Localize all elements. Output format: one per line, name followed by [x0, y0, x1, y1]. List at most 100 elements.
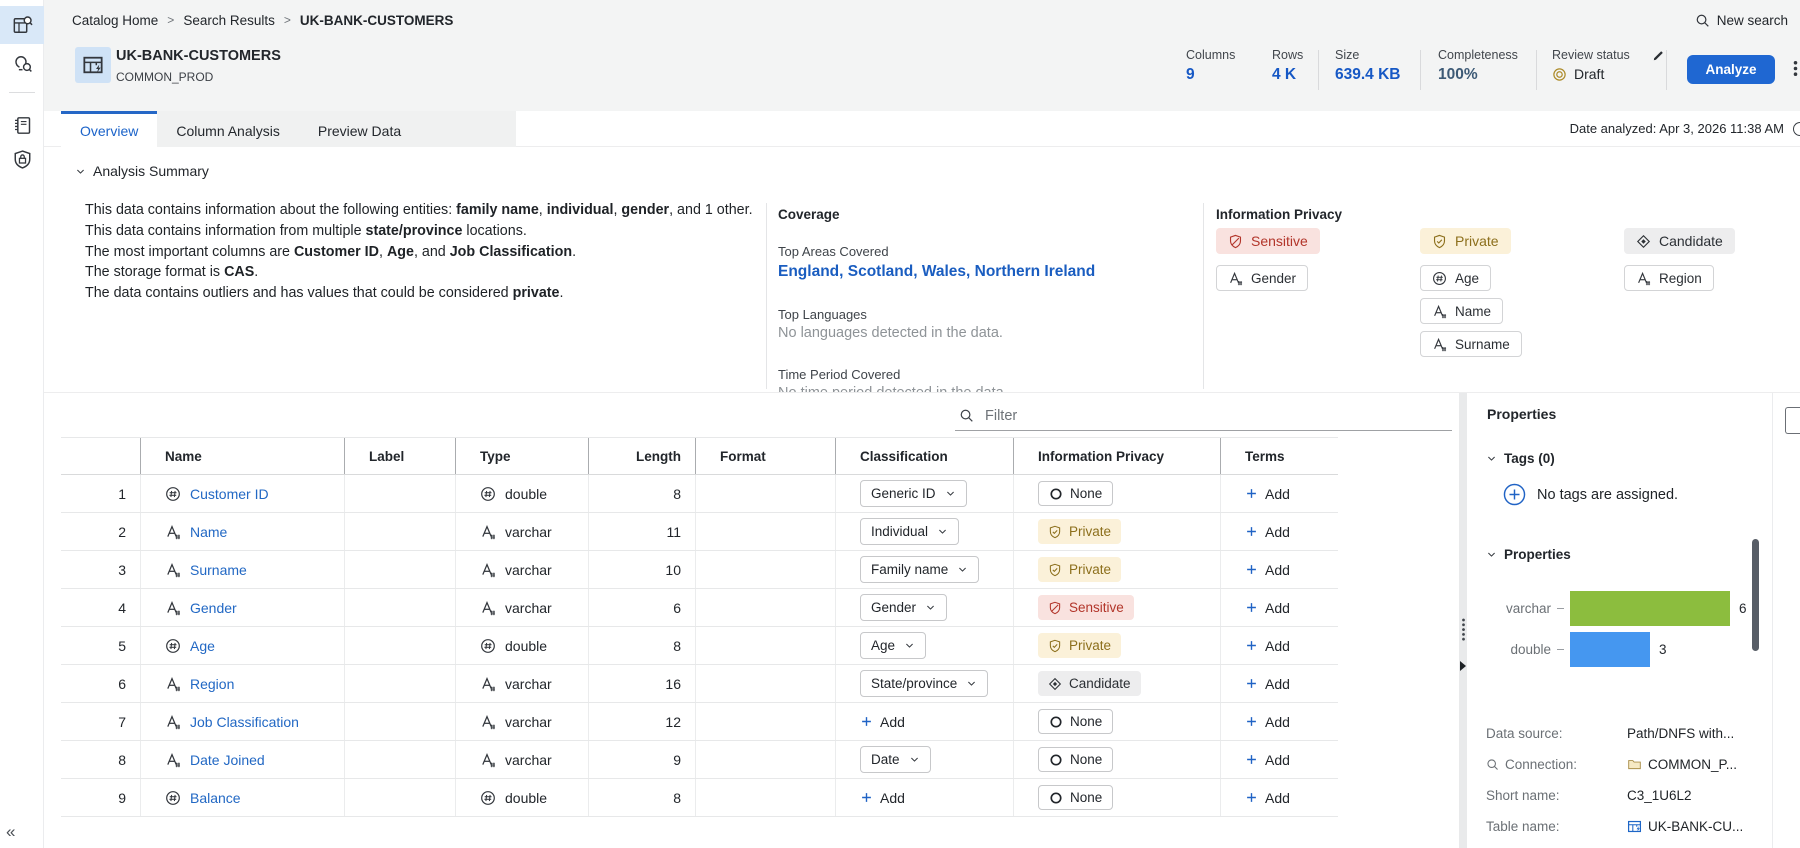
tags-section-header[interactable]: Tags (0) — [1486, 451, 1555, 466]
classification-select[interactable]: Individual — [860, 518, 960, 545]
sidebar-item-catalog[interactable] — [0, 6, 44, 44]
chart-bar-row: varchar 6 — [1467, 591, 1800, 626]
classification-select[interactable]: Date — [860, 746, 931, 773]
privacy-badge-private[interactable]: Private — [1038, 633, 1122, 658]
sidebar-collapse-button[interactable]: « — [6, 822, 15, 842]
add-term-button[interactable]: Add — [1245, 600, 1290, 616]
breadcrumb-separator: > — [167, 13, 175, 27]
add-label: Add — [1265, 751, 1290, 768]
add-term-button[interactable]: Add — [1245, 790, 1290, 806]
breadcrumb: Catalog Home > Search Results > UK-BANK-… — [72, 0, 453, 40]
sidebar-item-notebook[interactable] — [0, 106, 44, 144]
privacy-level-badge-private: Private — [1420, 228, 1511, 254]
add-tag-button[interactable] — [1503, 483, 1526, 506]
chart-value-label: 3 — [1659, 642, 1667, 657]
column-name-link[interactable]: Name — [190, 524, 227, 540]
shield-check-icon — [1048, 563, 1062, 577]
add-term-button[interactable]: Add — [1245, 676, 1290, 692]
panel-scrollbar-thumb[interactable] — [1752, 539, 1759, 651]
format-cell — [695, 513, 835, 550]
add-term-button[interactable]: Add — [1245, 638, 1290, 654]
breadcrumb-catalog-home[interactable]: Catalog Home — [72, 13, 158, 28]
column-name-link[interactable]: Balance — [190, 790, 241, 806]
coverage-title: Coverage — [778, 207, 840, 222]
tab-preview-data[interactable]: Preview Data — [299, 111, 420, 147]
analyze-button[interactable]: Analyze — [1687, 55, 1775, 84]
tab-column-analysis[interactable]: Column Analysis — [157, 111, 299, 147]
add-label: Add — [1265, 637, 1290, 654]
column-name-link[interactable]: Age — [190, 638, 215, 654]
add-classification-button[interactable]: Add — [860, 714, 905, 730]
privacy-badge-private[interactable]: Private — [1038, 519, 1122, 544]
string-type-icon — [1636, 271, 1651, 286]
add-term-button[interactable]: Add — [1245, 524, 1290, 540]
add-label: Add — [880, 713, 905, 730]
properties-section-header[interactable]: Properties — [1486, 547, 1571, 562]
panel-collapse-arrow[interactable] — [1460, 661, 1466, 671]
panel-resize-splitter[interactable] — [1459, 393, 1467, 848]
column-tag[interactable]: Surname — [1420, 331, 1522, 357]
filter-input[interactable] — [983, 406, 1448, 425]
tab-overview[interactable]: Overview — [61, 111, 158, 147]
row-number: 6 — [118, 675, 126, 692]
column-name-link[interactable]: Region — [190, 676, 234, 692]
label-cell — [344, 741, 455, 778]
privacy-badge-private[interactable]: Private — [1038, 557, 1122, 582]
panel-flyout-handle[interactable] — [1785, 407, 1800, 434]
terms-cell: Add — [1220, 703, 1338, 740]
new-search-button[interactable]: New search — [1695, 0, 1788, 40]
chevron-down-icon — [945, 488, 956, 499]
add-term-button[interactable]: Add — [1245, 714, 1290, 730]
classification-select[interactable]: Gender — [860, 594, 948, 621]
stat-label: Size — [1335, 48, 1360, 62]
chart-bar-row: double 3 — [1467, 632, 1800, 667]
length-cell: 10 — [588, 551, 695, 588]
terms-cell: Add — [1220, 513, 1338, 550]
privacy-badge-sensitive[interactable]: Sensitive — [1038, 595, 1134, 620]
properties-panel-title: Properties — [1487, 406, 1557, 422]
privacy-badge-none[interactable]: None — [1038, 785, 1114, 810]
property-value: Path/DNFS with... — [1627, 726, 1735, 741]
top-areas-value-link[interactable]: England, Scotland, Wales, Northern Irela… — [778, 263, 1178, 281]
top-languages-label: Top Languages — [778, 307, 867, 322]
none-circle-icon — [1049, 791, 1063, 805]
add-term-button[interactable]: Add — [1245, 486, 1290, 502]
property-value: C3_1U6L2 — [1627, 788, 1692, 803]
summary-line: The data contains outliers and has value… — [85, 285, 564, 302]
breadcrumb-search-results[interactable]: Search Results — [183, 13, 275, 28]
add-term-button[interactable]: Add — [1245, 562, 1290, 578]
name-cell: Age — [140, 627, 344, 664]
column-name-link[interactable]: Gender — [190, 600, 237, 616]
classification-select[interactable]: Generic ID — [860, 480, 967, 507]
numeric-type-icon — [1432, 271, 1447, 286]
column-tag[interactable]: Region — [1624, 265, 1714, 291]
privacy-badge-none[interactable]: None — [1038, 709, 1114, 734]
classification-select[interactable]: Family name — [860, 556, 980, 583]
column-name-link[interactable]: Date Joined — [190, 752, 265, 768]
column-tag[interactable]: Age — [1420, 265, 1492, 291]
classification-select[interactable]: Age — [860, 632, 927, 659]
column-tag[interactable]: Gender — [1216, 265, 1309, 291]
privacy-badge-none[interactable]: None — [1038, 747, 1114, 772]
column-name-link[interactable]: Surname — [190, 562, 247, 578]
sidebar-item-discover[interactable] — [0, 44, 44, 82]
filter-field[interactable] — [955, 401, 1452, 431]
overflow-menu-button[interactable] — [1786, 59, 1800, 83]
edit-pencil-icon[interactable] — [1652, 49, 1665, 62]
privacy-badge-none[interactable]: None — [1038, 481, 1114, 506]
column-name-link[interactable]: Job Classification — [190, 714, 299, 730]
column-name-link[interactable]: Customer ID — [190, 486, 269, 502]
sidebar-item-privacy[interactable] — [0, 140, 44, 178]
add-classification-button[interactable]: Add — [860, 790, 905, 806]
label-cell — [344, 703, 455, 740]
time-period-label: Time Period Covered — [778, 367, 901, 382]
add-term-button[interactable]: Add — [1245, 752, 1290, 768]
column-tag[interactable]: Name — [1420, 298, 1504, 324]
analysis-summary-header[interactable]: Analysis Summary — [75, 163, 209, 179]
format-cell — [695, 589, 835, 626]
overview-summary-section: Analysis Summary This data contains info… — [44, 147, 1800, 401]
section-divider — [1203, 203, 1204, 389]
terms-cell: Add — [1220, 475, 1338, 512]
classification-select[interactable]: State/province — [860, 670, 989, 697]
privacy-badge-candidate[interactable]: Candidate — [1038, 671, 1141, 696]
